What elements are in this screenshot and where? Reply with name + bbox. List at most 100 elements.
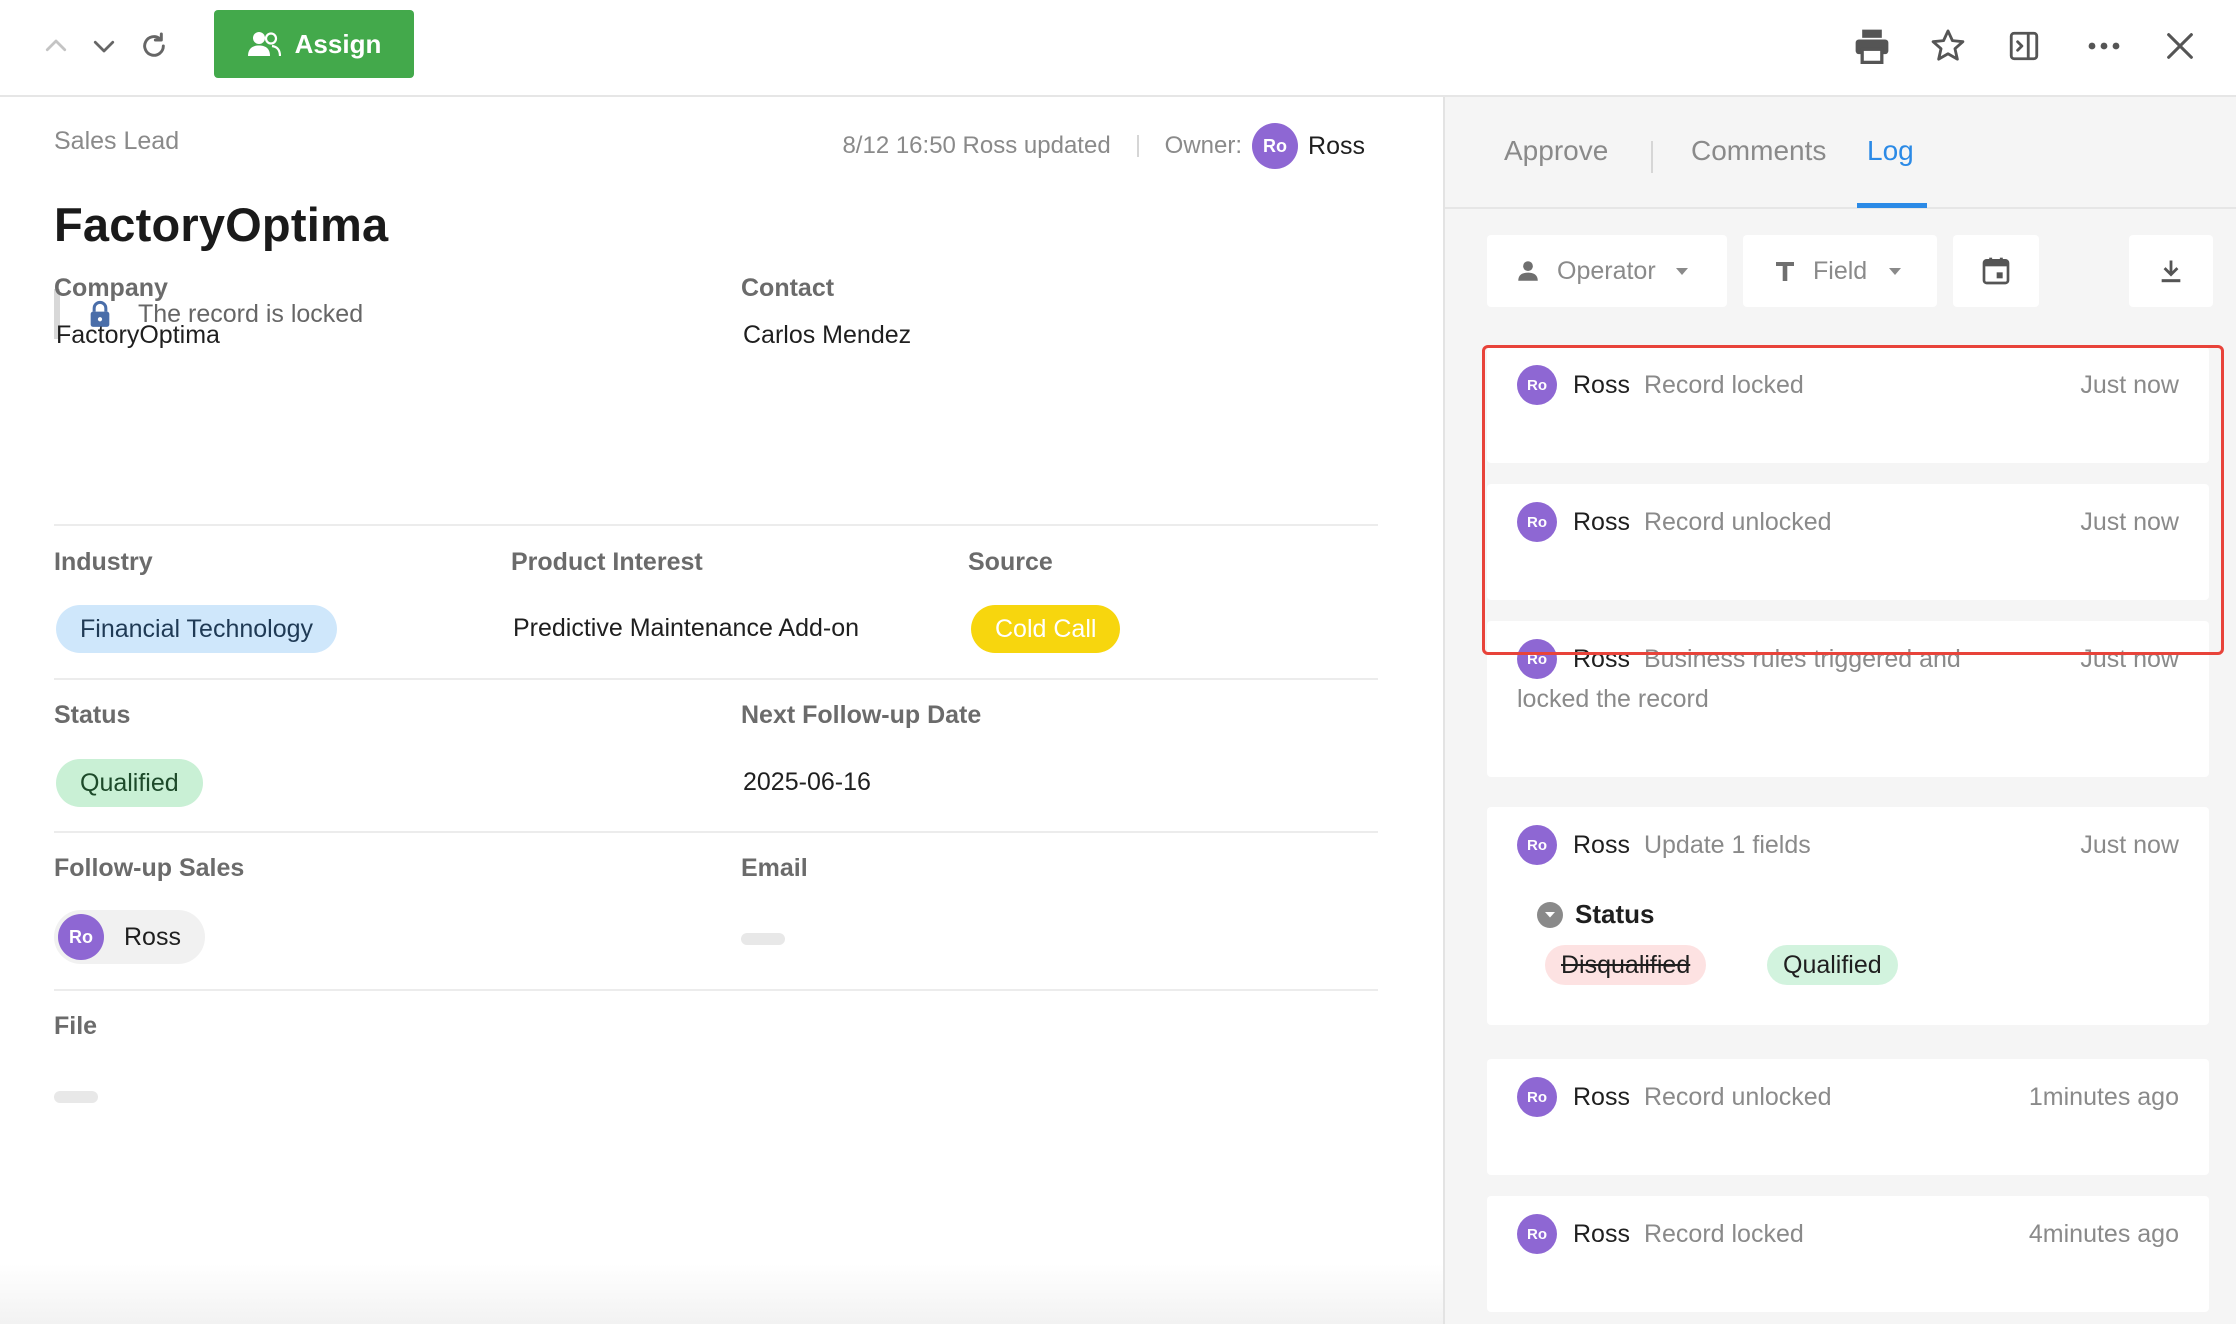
changed-field-title[interactable]: Status	[1537, 899, 1654, 930]
log-entry-header: Ro Ross Business rules triggered and	[1517, 639, 1961, 679]
log-entry-header: Ro Ross Record locked	[1517, 365, 1804, 405]
log-time: Just now	[2080, 831, 2179, 859]
tab-comments[interactable]: Comments	[1691, 135, 1826, 167]
log-action: Record locked	[1643, 1220, 1804, 1248]
log-time: Just now	[2080, 645, 2179, 673]
owner-avatar[interactable]: Ro	[1252, 123, 1299, 169]
calendar-icon	[1982, 257, 2010, 285]
avatar[interactable]: Ro	[1517, 639, 1557, 679]
field-filter[interactable]: Field	[1743, 235, 1937, 307]
tab-approve[interactable]: Approve	[1504, 135, 1608, 167]
product-interest-value[interactable]: Predictive Maintenance Add-on	[513, 614, 859, 643]
old-value-tag: Disqualified	[1545, 945, 1707, 985]
log-entry: Ro Ross Record locked 4minutes ago	[1487, 1196, 2209, 1312]
file-empty-placeholder[interactable]	[54, 1091, 98, 1103]
panel-tabs: Approve Comments Log	[1445, 97, 2236, 209]
log-entry-header: Ro Ross Record locked	[1517, 1214, 1804, 1254]
followup-sales-chip[interactable]: Ro Ross	[54, 910, 205, 964]
status-label: Status	[54, 701, 131, 729]
followup-sales-name: Ross	[124, 922, 181, 951]
changed-field-name: Status	[1575, 899, 1655, 929]
assign-label: Assign	[294, 28, 382, 59]
owner-name[interactable]: Ross	[1308, 132, 1365, 161]
row-divider	[54, 831, 1378, 833]
close-icon[interactable]	[2156, 22, 2204, 70]
top-toolbar: Assign	[0, 0, 2236, 97]
log-entry-header: Ro Ross Update 1 fields	[1517, 825, 1811, 865]
log-user[interactable]: Ross	[1573, 1077, 1630, 1117]
new-value-tag: Qualified	[1767, 945, 1898, 985]
log-entry: Ro Ross Record unlocked 1minutes ago	[1487, 1059, 2209, 1175]
file-label: File	[54, 1012, 98, 1040]
side-panel-icon[interactable]	[2000, 22, 2048, 70]
email-empty-placeholder[interactable]	[741, 933, 785, 945]
log-time: 1minutes ago	[2028, 1083, 2179, 1111]
log-entry: Ro Ross Record unlocked Just now	[1487, 484, 2209, 600]
avatar[interactable]: Ro	[1517, 1077, 1557, 1117]
industry-tag[interactable]: Financial Technology	[56, 605, 338, 653]
log-user[interactable]: Ross	[1573, 639, 1630, 679]
chevron-up-icon[interactable]	[32, 22, 80, 70]
row-divider	[54, 678, 1378, 680]
log-time: 4minutes ago	[2028, 1220, 2179, 1248]
avatar: Ro	[58, 914, 104, 960]
contact-value[interactable]: Carlos Mendez	[743, 321, 911, 350]
log-entry-header: Ro Ross Record unlocked	[1517, 1077, 1832, 1117]
page-title: FactoryOptima	[54, 198, 389, 251]
date-filter[interactable]	[1953, 235, 2039, 307]
log-time: Just now	[2080, 371, 2179, 399]
source-tag[interactable]: Cold Call	[971, 605, 1121, 653]
log-action: Record unlocked	[1643, 1083, 1832, 1111]
log-user[interactable]: Ross	[1573, 502, 1630, 542]
breadcrumb[interactable]: Sales Lead	[54, 127, 179, 156]
log-entry: Ro Ross Update 1 fields Just now Status …	[1487, 807, 2209, 1025]
status-tag[interactable]: Qualified	[56, 759, 203, 807]
log-action: Business rules triggered and	[1643, 645, 1961, 673]
log-entry: Ro Ross Business rules triggered and loc…	[1487, 621, 2209, 777]
download-icon	[2161, 260, 2181, 283]
avatar[interactable]: Ro	[1517, 1214, 1557, 1254]
updated-meta: 8/12 16:50 Ross updated	[842, 132, 1111, 159]
export-button[interactable]	[2129, 235, 2213, 307]
print-icon[interactable]	[1848, 22, 1896, 70]
tab-log[interactable]: Log	[1867, 135, 1914, 167]
avatar[interactable]: Ro	[1517, 825, 1557, 865]
company-value[interactable]: FactoryOptima	[56, 321, 220, 350]
operator-filter[interactable]: Operator	[1487, 235, 1727, 307]
chevron-down-icon[interactable]	[80, 22, 128, 70]
log-action: Record locked	[1643, 371, 1804, 399]
record-detail-panel: Sales Lead 8/12 16:50 Ross updated Owner…	[0, 97, 1443, 1324]
assign-button[interactable]: Assign	[214, 10, 414, 78]
log-user[interactable]: Ross	[1573, 1214, 1630, 1254]
record-meta: 8/12 16:50 Ross updated Owner: Ro Ross	[842, 123, 1365, 169]
text-field-icon	[1776, 262, 1794, 281]
more-icon[interactable]	[2080, 22, 2128, 70]
person-icon	[1518, 261, 1538, 281]
log-time: Just now	[2080, 508, 2179, 536]
star-icon[interactable]	[1924, 22, 1972, 70]
caret-down-icon	[1889, 267, 1902, 275]
tab-divider	[1651, 141, 1653, 173]
followup-sales-label: Follow-up Sales	[54, 854, 245, 882]
company-label: Company	[54, 274, 168, 302]
log-action: Record unlocked	[1643, 508, 1832, 536]
log-action: Update 1 fields	[1643, 831, 1811, 859]
source-label: Source	[968, 548, 1053, 576]
industry-label: Industry	[54, 548, 153, 576]
users-icon	[247, 32, 281, 57]
next-followup-value[interactable]: 2025-06-16	[743, 768, 871, 797]
log-user[interactable]: Ross	[1573, 365, 1630, 405]
row-divider	[54, 524, 1378, 526]
chevron-down-icon[interactable]	[1537, 901, 1563, 928]
product-interest-label: Product Interest	[511, 548, 703, 576]
owner-label: Owner:	[1164, 132, 1243, 159]
log-user[interactable]: Ross	[1573, 825, 1630, 865]
log-action-continued: locked the record	[1517, 685, 1709, 713]
meta-divider	[1136, 135, 1139, 157]
scroll-fade	[0, 1264, 1443, 1324]
refresh-icon[interactable]	[130, 22, 178, 70]
avatar[interactable]: Ro	[1517, 365, 1557, 405]
avatar[interactable]: Ro	[1517, 502, 1557, 542]
caret-down-icon	[1675, 267, 1688, 275]
log-entry-header: Ro Ross Record unlocked	[1517, 502, 1832, 542]
